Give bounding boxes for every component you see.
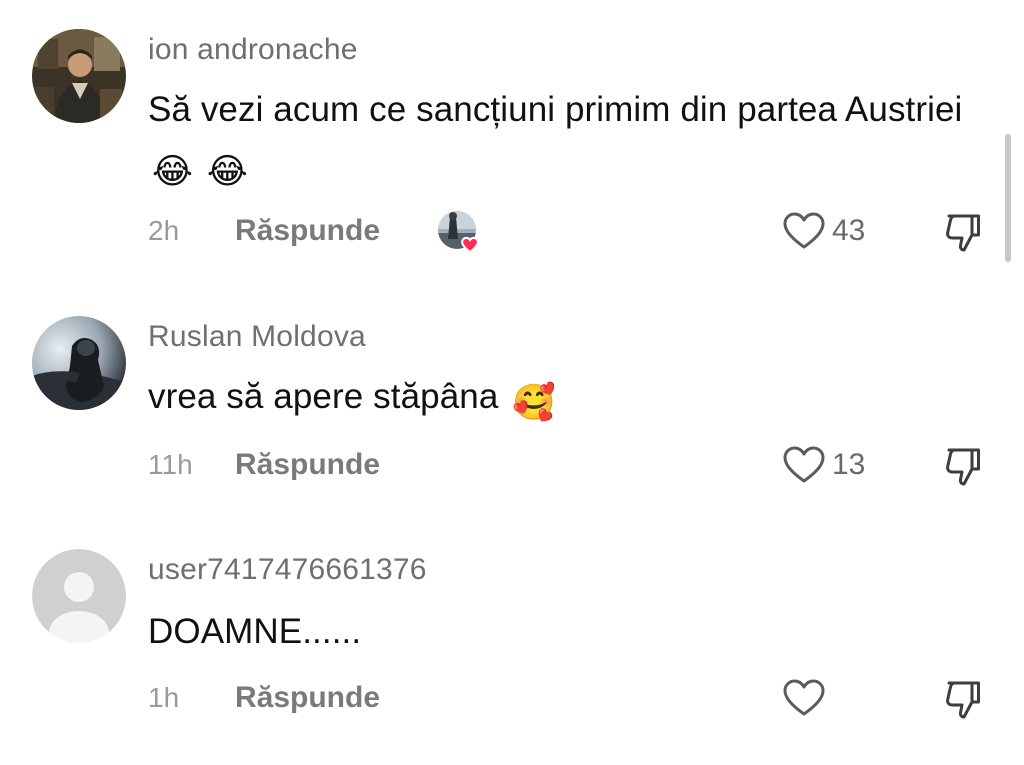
smiling-face-with-hearts-emoji-icon: 🥰 xyxy=(512,383,556,422)
comment-body: vrea să apere stăpâna xyxy=(148,377,499,416)
comment-text: Să vezi acum ce sancțiuni primim din par… xyxy=(148,82,978,200)
comment-body: Să vezi acum ce sancțiuni primim din par… xyxy=(148,90,963,129)
heart-outline-icon xyxy=(783,679,825,716)
avatar[interactable] xyxy=(32,29,126,123)
thumbs-down-icon xyxy=(946,214,980,252)
timestamp: 11h xyxy=(148,449,193,480)
scrollbar[interactable] xyxy=(1005,134,1011,262)
laughing-emoji-icon: 😂 xyxy=(152,152,193,191)
timestamp: 1h xyxy=(148,682,180,713)
username[interactable]: user7417476661376 xyxy=(148,553,427,587)
reply-button[interactable]: Răspunde xyxy=(235,445,380,485)
dislike-button[interactable] xyxy=(942,211,984,253)
username[interactable]: Ruslan Moldova xyxy=(148,320,366,354)
timestamp: 2h xyxy=(148,215,180,246)
like-count: 43 xyxy=(832,214,866,247)
comment-text: vrea să apere stăpâna 🥰 xyxy=(148,369,978,431)
like-count: 13 xyxy=(832,448,866,481)
avatar[interactable] xyxy=(32,316,126,410)
comment-text: DOAMNE...... xyxy=(148,604,978,660)
dislike-button[interactable] xyxy=(942,445,984,487)
thumbs-down-icon xyxy=(946,681,980,719)
heart-outline-icon xyxy=(783,446,825,483)
reply-button[interactable]: Răspunde xyxy=(235,678,380,718)
default-avatar[interactable] xyxy=(32,549,126,643)
dislike-button[interactable] xyxy=(942,678,984,720)
reply-button[interactable]: Răspunde xyxy=(235,211,380,251)
laughing-emoji-icon: 😂 xyxy=(206,152,248,191)
comment-actions: 2h Răspunde 43 xyxy=(148,211,1024,254)
heart-outline-icon xyxy=(783,212,825,249)
creator-liked-heart-icon xyxy=(436,209,482,255)
comment-body: DOAMNE...... xyxy=(148,612,362,651)
comments-screen: ion andronache Să vezi acum ce sancțiuni… xyxy=(0,0,1024,765)
thumbs-down-icon xyxy=(946,448,980,486)
comment-actions: 1h Răspunde xyxy=(148,678,1024,720)
comment-actions: 11h Răspunde 13 xyxy=(148,445,1024,487)
username[interactable]: ion andronache xyxy=(148,33,358,67)
